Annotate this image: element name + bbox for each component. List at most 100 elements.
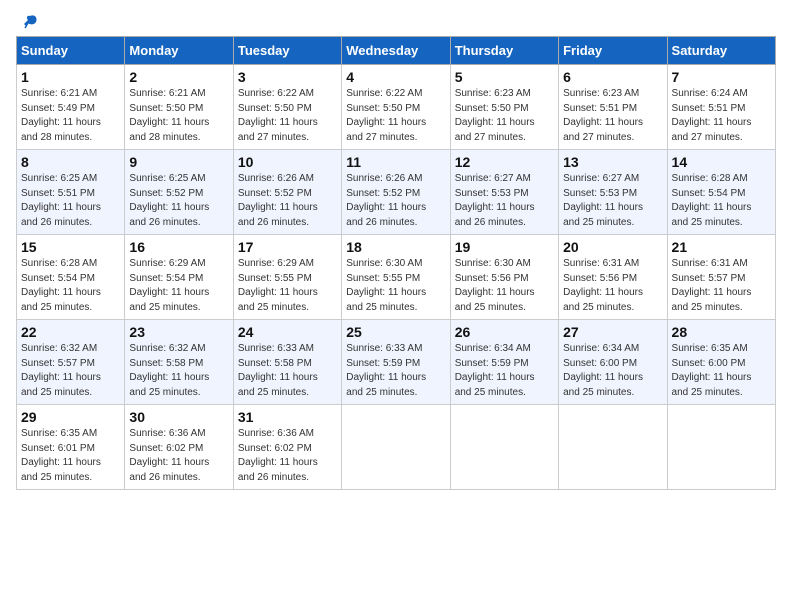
day-number: 17 xyxy=(238,239,337,255)
day-info: Sunrise: 6:31 AM Sunset: 5:56 PM Dayligh… xyxy=(563,257,662,315)
day-number: 10 xyxy=(238,154,337,170)
page-header xyxy=(16,16,776,28)
day-info: Sunrise: 6:29 AM Sunset: 5:54 PM Dayligh… xyxy=(129,257,228,315)
day-number: 5 xyxy=(455,69,554,85)
day-info: Sunrise: 6:33 AM Sunset: 5:58 PM Dayligh… xyxy=(238,342,337,400)
day-number: 23 xyxy=(129,324,228,340)
day-info: Sunrise: 6:27 AM Sunset: 5:53 PM Dayligh… xyxy=(455,172,554,230)
calendar-cell xyxy=(559,405,667,490)
day-number: 22 xyxy=(21,324,120,340)
calendar-cell: 20 Sunrise: 6:31 AM Sunset: 5:56 PM Dayli… xyxy=(559,235,667,320)
calendar-cell: 25Sunrise: 6:33 AM Sunset: 5:59 PM Dayli… xyxy=(342,320,450,405)
calendar-cell: 6Sunrise: 6:23 AM Sunset: 5:51 PM Daylig… xyxy=(559,65,667,150)
day-number: 3 xyxy=(238,69,337,85)
calendar-cell: 10 Sunrise: 6:26 AM Sunset: 5:52 PM Dayli… xyxy=(233,150,341,235)
calendar: SundayMondayTuesdayWednesdayThursdayFrid… xyxy=(16,36,776,490)
day-info: Sunrise: 6:32 AM Sunset: 5:58 PM Dayligh… xyxy=(129,342,228,400)
day-number: 8 xyxy=(21,154,120,170)
calendar-cell: 27 Sunrise: 6:34 AM Sunset: 6:00 PM Dayli… xyxy=(559,320,667,405)
logo xyxy=(16,16,40,28)
week-row-3: 15 Sunrise: 6:28 AM Sunset: 5:54 PM Dayli… xyxy=(17,235,776,320)
day-number: 20 xyxy=(563,239,662,255)
day-info: Sunrise: 6:34 AM Sunset: 5:59 PM Dayligh… xyxy=(455,342,554,400)
day-number: 4 xyxy=(346,69,445,85)
day-info: Sunrise: 6:26 AM Sunset: 5:52 PM Dayligh… xyxy=(238,172,337,230)
day-number: 19 xyxy=(455,239,554,255)
calendar-cell: 4 Sunrise: 6:22 AM Sunset: 5:50 PM Daylig… xyxy=(342,65,450,150)
day-number: 15 xyxy=(21,239,120,255)
weekday-header-monday: Monday xyxy=(125,37,233,65)
day-number: 9 xyxy=(129,154,228,170)
weekday-header-wednesday: Wednesday xyxy=(342,37,450,65)
calendar-cell: 14 Sunrise: 6:28 AM Sunset: 5:54 PM Dayli… xyxy=(667,150,775,235)
day-number: 25 xyxy=(346,324,445,340)
day-number: 12 xyxy=(455,154,554,170)
day-info: Sunrise: 6:27 AM Sunset: 5:53 PM Dayligh… xyxy=(563,172,662,230)
calendar-cell: 30 Sunrise: 6:36 AM Sunset: 6:02 PM Dayli… xyxy=(125,405,233,490)
day-number: 28 xyxy=(672,324,771,340)
day-info: Sunrise: 6:25 AM Sunset: 5:52 PM Dayligh… xyxy=(129,172,228,230)
day-number: 14 xyxy=(672,154,771,170)
day-number: 26 xyxy=(455,324,554,340)
day-info: Sunrise: 6:29 AM Sunset: 5:55 PM Dayligh… xyxy=(238,257,337,315)
calendar-cell: 16 Sunrise: 6:29 AM Sunset: 5:54 PM Dayli… xyxy=(125,235,233,320)
calendar-cell xyxy=(667,405,775,490)
day-number: 16 xyxy=(129,239,228,255)
day-number: 18 xyxy=(346,239,445,255)
calendar-cell: 29 Sunrise: 6:35 AM Sunset: 6:01 PM Dayli… xyxy=(17,405,125,490)
day-info: Sunrise: 6:31 AM Sunset: 5:57 PM Dayligh… xyxy=(672,257,771,315)
calendar-cell xyxy=(450,405,558,490)
week-row-1: 1Sunrise: 6:21 AM Sunset: 5:49 PM Daylig… xyxy=(17,65,776,150)
day-number: 21 xyxy=(672,239,771,255)
weekday-header-sunday: Sunday xyxy=(17,37,125,65)
weekday-header-thursday: Thursday xyxy=(450,37,558,65)
weekday-header-row: SundayMondayTuesdayWednesdayThursdayFrid… xyxy=(17,37,776,65)
day-info: Sunrise: 6:22 AM Sunset: 5:50 PM Dayligh… xyxy=(346,87,445,145)
day-info: Sunrise: 6:36 AM Sunset: 6:02 PM Dayligh… xyxy=(238,427,337,485)
day-info: Sunrise: 6:28 AM Sunset: 5:54 PM Dayligh… xyxy=(672,172,771,230)
calendar-cell: 21 Sunrise: 6:31 AM Sunset: 5:57 PM Dayli… xyxy=(667,235,775,320)
day-info: Sunrise: 6:28 AM Sunset: 5:54 PM Dayligh… xyxy=(21,257,120,315)
day-info: Sunrise: 6:34 AM Sunset: 6:00 PM Dayligh… xyxy=(563,342,662,400)
day-number: 24 xyxy=(238,324,337,340)
calendar-cell: 3 Sunrise: 6:22 AM Sunset: 5:50 PM Daylig… xyxy=(233,65,341,150)
day-info: Sunrise: 6:32 AM Sunset: 5:57 PM Dayligh… xyxy=(21,342,120,400)
weekday-header-saturday: Saturday xyxy=(667,37,775,65)
day-info: Sunrise: 6:36 AM Sunset: 6:02 PM Dayligh… xyxy=(129,427,228,485)
calendar-cell: 9 Sunrise: 6:25 AM Sunset: 5:52 PM Daylig… xyxy=(125,150,233,235)
calendar-cell: 2 Sunrise: 6:21 AM Sunset: 5:50 PM Daylig… xyxy=(125,65,233,150)
calendar-cell: 19Sunrise: 6:30 AM Sunset: 5:56 PM Dayli… xyxy=(450,235,558,320)
calendar-cell: 5Sunrise: 6:23 AM Sunset: 5:50 PM Daylig… xyxy=(450,65,558,150)
calendar-cell: 17 Sunrise: 6:29 AM Sunset: 5:55 PM Dayli… xyxy=(233,235,341,320)
day-number: 13 xyxy=(563,154,662,170)
day-info: Sunrise: 6:30 AM Sunset: 5:55 PM Dayligh… xyxy=(346,257,445,315)
calendar-cell: 8 Sunrise: 6:25 AM Sunset: 5:51 PM Daylig… xyxy=(17,150,125,235)
day-number: 7 xyxy=(672,69,771,85)
day-info: Sunrise: 6:21 AM Sunset: 5:50 PM Dayligh… xyxy=(129,87,228,145)
calendar-cell: 31 Sunrise: 6:36 AM Sunset: 6:02 PM Dayli… xyxy=(233,405,341,490)
calendar-cell: 23 Sunrise: 6:32 AM Sunset: 5:58 PM Dayli… xyxy=(125,320,233,405)
day-info: Sunrise: 6:35 AM Sunset: 6:00 PM Dayligh… xyxy=(672,342,771,400)
day-info: Sunrise: 6:22 AM Sunset: 5:50 PM Dayligh… xyxy=(238,87,337,145)
week-row-2: 8 Sunrise: 6:25 AM Sunset: 5:51 PM Daylig… xyxy=(17,150,776,235)
calendar-cell xyxy=(342,405,450,490)
week-row-5: 29 Sunrise: 6:35 AM Sunset: 6:01 PM Dayli… xyxy=(17,405,776,490)
day-number: 6 xyxy=(563,69,662,85)
calendar-cell: 18 Sunrise: 6:30 AM Sunset: 5:55 PM Dayli… xyxy=(342,235,450,320)
day-info: Sunrise: 6:21 AM Sunset: 5:49 PM Dayligh… xyxy=(21,87,120,145)
weekday-header-friday: Friday xyxy=(559,37,667,65)
day-info: Sunrise: 6:26 AM Sunset: 5:52 PM Dayligh… xyxy=(346,172,445,230)
calendar-cell: 1Sunrise: 6:21 AM Sunset: 5:49 PM Daylig… xyxy=(17,65,125,150)
day-number: 31 xyxy=(238,409,337,425)
day-info: Sunrise: 6:35 AM Sunset: 6:01 PM Dayligh… xyxy=(21,427,120,485)
day-number: 11 xyxy=(346,154,445,170)
day-number: 29 xyxy=(21,409,120,425)
day-info: Sunrise: 6:25 AM Sunset: 5:51 PM Dayligh… xyxy=(21,172,120,230)
calendar-cell: 22 Sunrise: 6:32 AM Sunset: 5:57 PM Dayli… xyxy=(17,320,125,405)
day-number: 2 xyxy=(129,69,228,85)
day-number: 30 xyxy=(129,409,228,425)
calendar-cell: 28 Sunrise: 6:35 AM Sunset: 6:00 PM Dayli… xyxy=(667,320,775,405)
calendar-cell: 13 Sunrise: 6:27 AM Sunset: 5:53 PM Dayli… xyxy=(559,150,667,235)
day-info: Sunrise: 6:24 AM Sunset: 5:51 PM Dayligh… xyxy=(672,87,771,145)
day-number: 27 xyxy=(563,324,662,340)
